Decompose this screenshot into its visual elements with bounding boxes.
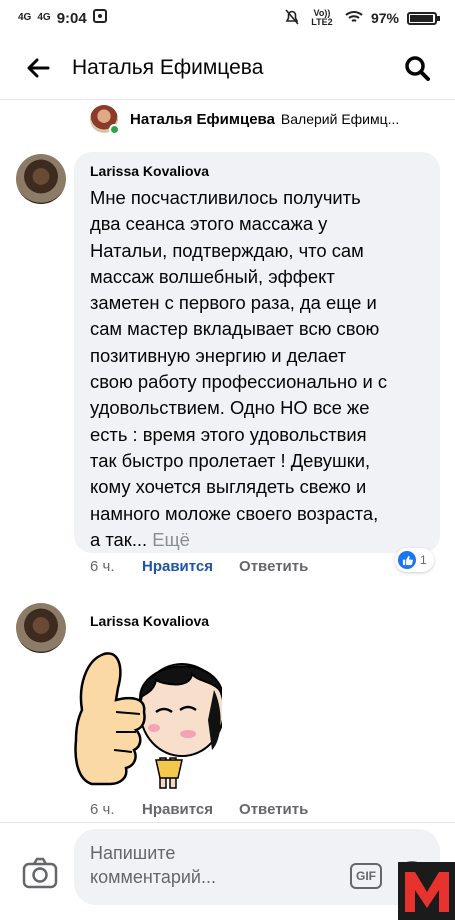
comment-time-2: 6 ч. [90, 801, 115, 818]
arrow-left-icon [27, 58, 50, 77]
comment-author-2[interactable]: Larissa Kovaliova [90, 613, 209, 629]
post-author-avatar[interactable] [90, 105, 120, 135]
camera-button[interactable] [22, 857, 58, 889]
watermark-logo [398, 862, 455, 920]
reaction-count: 1 [420, 553, 427, 567]
camera-icon [22, 857, 58, 889]
comment-composer: Напишите комментарий... GIF [0, 822, 455, 920]
screenshot-icon [92, 9, 107, 27]
post-tagged-name[interactable]: Валерий Ефимц... [281, 111, 399, 127]
search-button[interactable] [399, 50, 435, 86]
reaction-badge[interactable]: 1 [395, 548, 434, 572]
back-button[interactable] [20, 50, 56, 86]
comment-placeholder: Напишите комментарий... [90, 843, 216, 887]
comment-time: 6 ч. [90, 558, 115, 575]
comment-actions: 6 ч. Нравится Ответить [90, 558, 308, 575]
clock: 9:04 [56, 9, 87, 27]
sticker-image [72, 640, 225, 800]
comment-author[interactable]: Larissa Kovaliova [90, 163, 424, 179]
network-indicator-2: 4G [37, 12, 51, 23]
comment-text: Мне посчастливилось получить два сеанса … [90, 185, 424, 553]
battery-icon [407, 11, 440, 25]
search-icon [405, 55, 430, 81]
reply-button[interactable]: Ответить [239, 558, 308, 575]
post-author-name[interactable]: Наталья Ефимцева [130, 111, 275, 128]
comment-input[interactable]: Напишите комментарий... [74, 829, 440, 905]
post-context[interactable]: Наталья Ефимцева Валерий Ефимц... [90, 103, 440, 135]
page-title: Наталья Ефимцева [72, 55, 264, 79]
comment-body: Мне посчастливилось получить два сеанса … [90, 187, 388, 550]
comment-actions-2: 6 ч. Нравится Ответить [90, 801, 308, 818]
status-bar: 4G 4G 9:04 Vo)) LTE2 97% [0, 0, 455, 36]
commenter-avatar[interactable] [16, 154, 66, 204]
like-button[interactable]: Нравится [142, 558, 213, 575]
reply-button-2[interactable]: Ответить [239, 801, 308, 818]
online-indicator [109, 124, 120, 135]
like-button-2[interactable]: Нравится [142, 801, 213, 818]
app-header: Наталья Ефимцева [0, 36, 455, 100]
network-indicator: 4G [18, 12, 32, 23]
battery-percent: 97% [370, 10, 399, 26]
wifi-icon [345, 10, 363, 27]
gif-button[interactable]: GIF [350, 863, 382, 889]
thumbs-up-icon [398, 551, 416, 569]
lte-indicator: Vo)) LTE2 [311, 8, 333, 27]
battery-level-fill [410, 14, 433, 22]
comment-bubble[interactable]: Larissa Kovaliova Мне посчастливилось по… [74, 152, 440, 553]
see-more-link[interactable]: Ещё [147, 529, 190, 550]
mute-icon [285, 8, 299, 28]
commenter-avatar-2[interactable] [16, 603, 66, 653]
